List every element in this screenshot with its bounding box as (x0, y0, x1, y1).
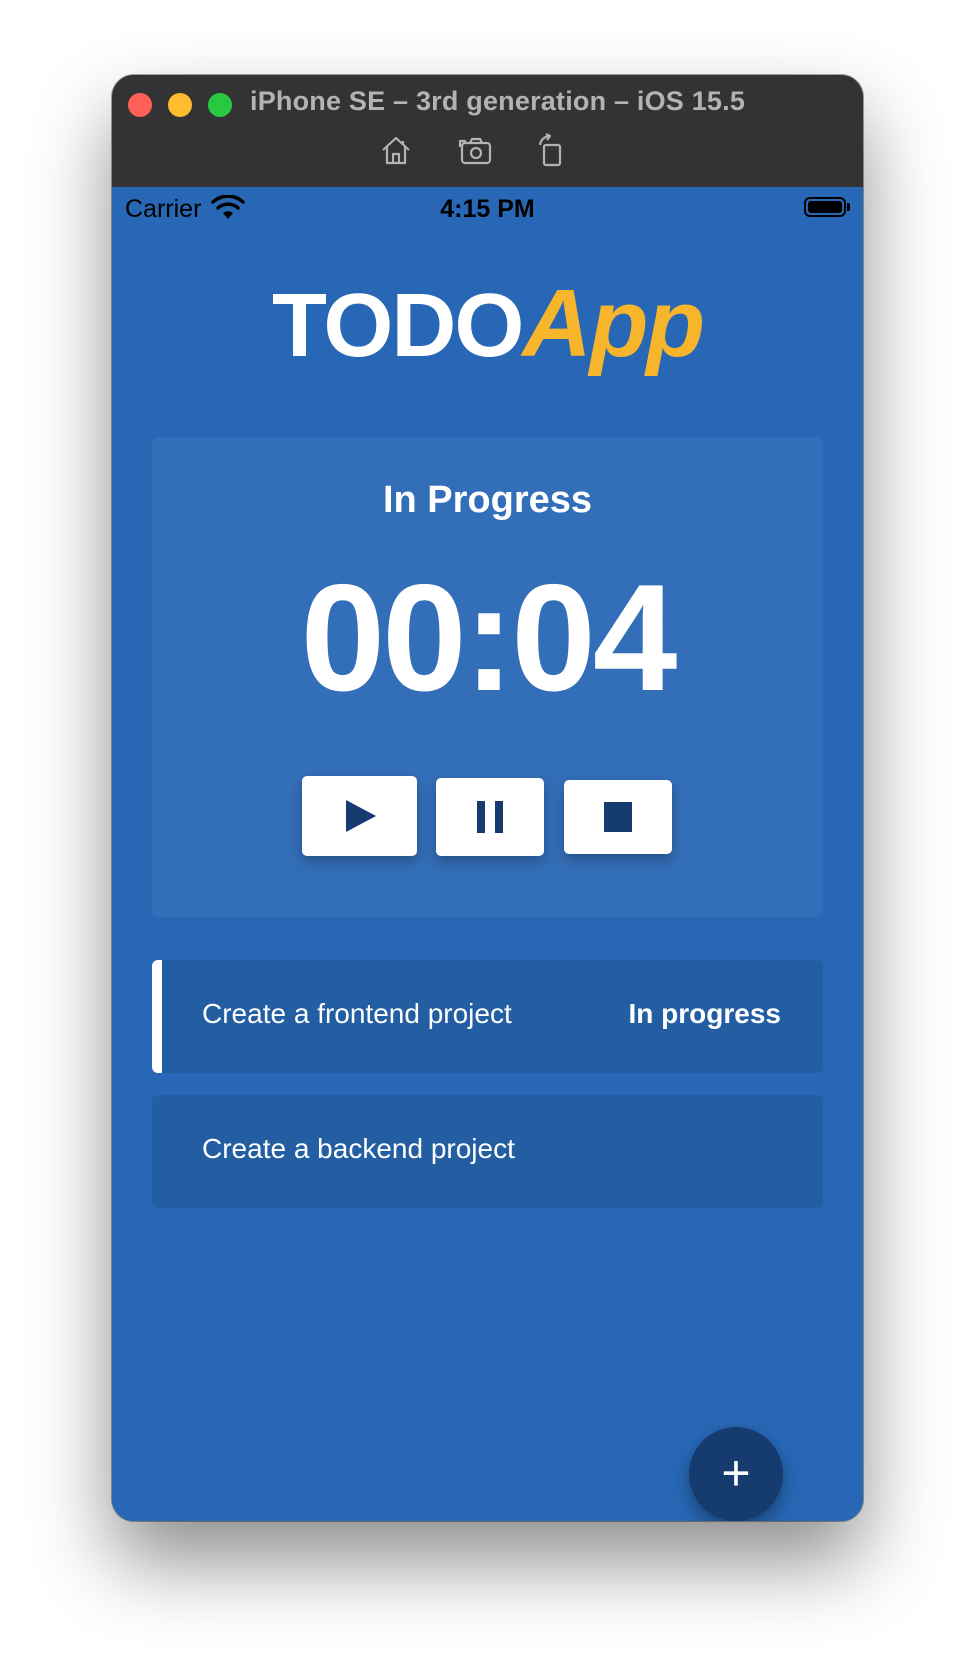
rotate-icon[interactable] (534, 133, 570, 167)
stop-button[interactable] (564, 780, 672, 854)
task-status: In progress (628, 998, 781, 1029)
task-name: Create a backend project (202, 1133, 515, 1164)
play-icon (345, 800, 376, 832)
play-button[interactable] (302, 776, 417, 856)
active-task-indicator (152, 960, 162, 1073)
battery-tip (847, 203, 850, 211)
logo-app-text: App (522, 270, 705, 377)
home-icon[interactable] (378, 133, 414, 167)
simulator-window: iPhone SE – 3rd generation – iOS 15.5 Ca… (112, 75, 863, 1521)
battery-icon (804, 197, 846, 217)
logo-todo-text: TODO (272, 276, 524, 376)
timer-card: In Progress 00:04 (152, 437, 823, 917)
timer-title: In Progress (382, 479, 593, 521)
app-screen: Carrier 4:15 PM TODOApp In Progress 00:0… (112, 187, 863, 1521)
status-time: 4:15 PM (440, 195, 535, 223)
task-name: Create a frontend project (202, 998, 512, 1029)
add-task-button[interactable]: + (689, 1427, 783, 1521)
timer-display: 00:04 (300, 553, 678, 723)
close-window-button[interactable] (128, 93, 152, 117)
window-title: iPhone SE – 3rd generation – iOS 15.5 (250, 86, 746, 116)
pause-button[interactable] (436, 778, 544, 856)
task-item[interactable]: Create a backend project (152, 1095, 823, 1208)
pause-icon (477, 801, 503, 833)
title-bar: iPhone SE – 3rd generation – iOS 15.5 (112, 75, 863, 187)
screenshot-icon[interactable] (458, 133, 494, 167)
task-item[interactable]: Create a frontend project In progress (152, 960, 823, 1073)
app-logo: TODOApp (112, 269, 863, 379)
zoom-window-button[interactable] (208, 93, 232, 117)
minimize-window-button[interactable] (168, 93, 192, 117)
stop-icon (604, 802, 632, 832)
